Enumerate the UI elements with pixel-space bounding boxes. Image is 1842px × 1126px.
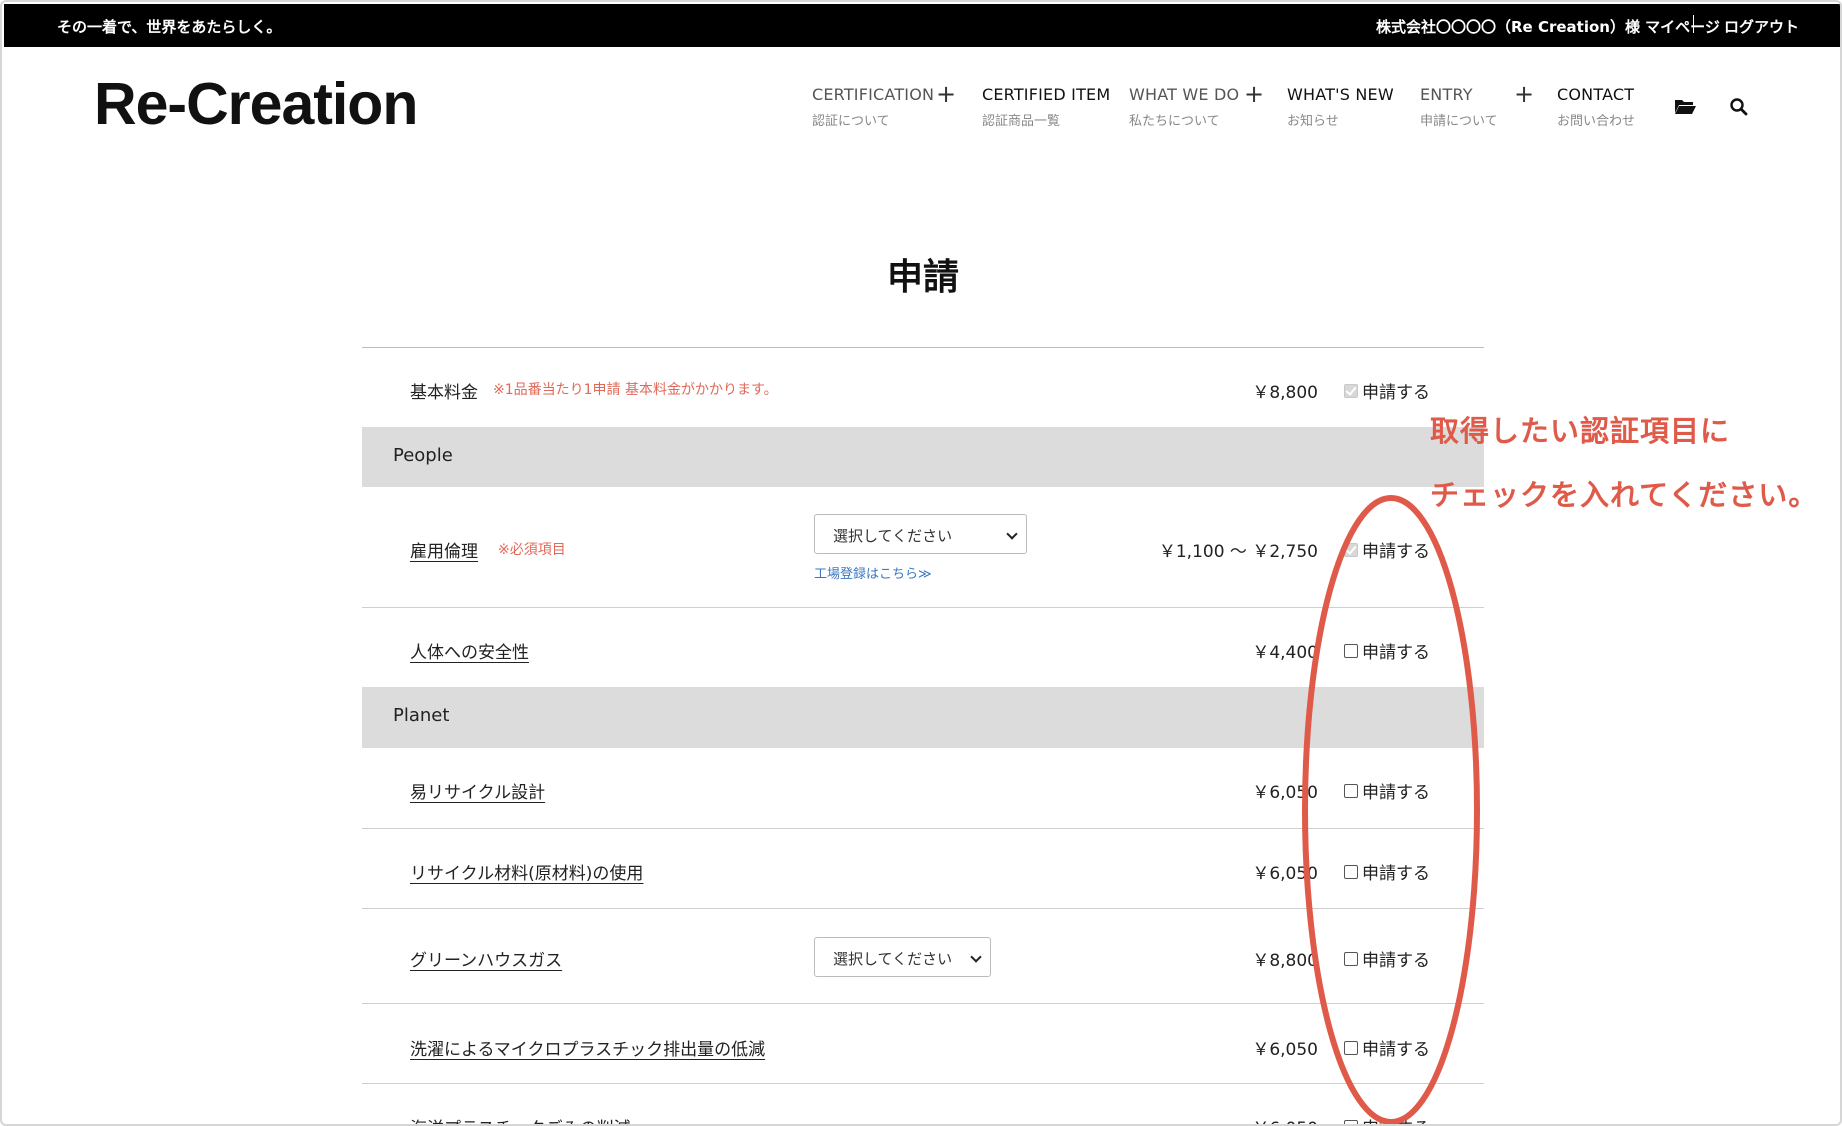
apply-checkbox[interactable]: 申請する [1344,946,1430,971]
nav-label-jp: 認証について [812,114,890,129]
folder-icon[interactable] [1674,97,1696,115]
tagline: その一着で、世界をあたらしく。 [57,18,282,36]
apply-checkbox[interactable]: 申請する [1344,859,1430,884]
nav-label-jp: お問い合わせ [1557,114,1636,129]
apply-checkbox[interactable]: 申請する [1344,378,1430,403]
page-frame: その一着で、世界をあたらしく。 株式会社〇〇〇〇（Re Creation）様 マ… [0,0,1842,1126]
row-price: ￥1,100 〜 ￥2,750 [1158,542,1318,562]
item-link[interactable]: 海洋プラスチックごみの削減 [410,1114,631,1124]
row-name: 基本料金 [410,383,478,403]
row-price: ￥6,050 [1252,864,1318,884]
ghg-select[interactable]: 選択してください [814,937,991,977]
row-price: ￥8,800 [1252,951,1318,971]
row-price: ￥4,400 [1252,643,1318,663]
row-price: ￥8,800 [1252,383,1318,403]
nav-whats-new[interactable]: WHAT'S NEW お知らせ [1287,85,1394,129]
section-header-people: People [362,427,1484,487]
row-price: ￥6,050 [1252,1114,1318,1124]
nav-label-jp: 私たちについて [1129,114,1220,129]
expand-plus-icon[interactable]: + [1514,82,1534,106]
item-row: 雇用倫理 ※必須項目 選択してください 工場登録はこちら≫ ￥1,100 〜 ￥… [362,487,1484,607]
row-note: ※1品番当たり1申請 基本料金がかかります。 [493,382,778,398]
checkbox[interactable] [1344,864,1358,879]
checkbox-checked[interactable] [1344,542,1358,557]
apply-label: 申請する [1362,951,1430,971]
top-bar: その一着で、世界をあたらしく。 株式会社〇〇〇〇（Re Creation）様 マ… [4,4,1840,47]
nav-what-we-do[interactable]: WHAT WE DO 私たちについて [1129,85,1239,129]
item-row: 易リサイクル設計 ￥6,050 申請する [362,748,1484,828]
factory-register-link[interactable]: 工場登録はこちら≫ [814,563,932,582]
item-link[interactable]: 洗濯によるマイクロプラスチック排出量の低減 [410,1035,765,1060]
checkbox[interactable] [1344,951,1358,966]
annotation-line-2: チェックを入れてください。 [1430,478,1819,512]
item-row: グリーンハウスガス 選択してください ￥8,800 申請する [362,908,1484,1003]
checkbox[interactable] [1344,643,1358,658]
item-row: 人体への安全性 ￥4,400 申請する [362,607,1484,687]
item-link[interactable]: リサイクル材料(原材料)の使用 [410,859,643,884]
factory-select[interactable]: 選択してください [814,514,1027,554]
item-row: 海洋プラスチックごみの削減 ￥6,050 申請する [362,1083,1484,1124]
chevron-down-icon [1006,528,1018,540]
item-link[interactable]: グリーンハウスガス [410,946,562,971]
nav-contact[interactable]: CONTACT お問い合わせ [1557,85,1635,129]
nav-label-en: WHAT WE DO [1129,85,1240,104]
apply-checkbox[interactable]: 申請する [1344,1035,1430,1060]
nav-label-en: WHAT'S NEW [1287,85,1394,104]
item-link[interactable]: 人体への安全性 [410,638,529,663]
logout-link[interactable]: ログアウト [1724,16,1799,37]
search-icon[interactable] [1729,97,1749,117]
select-value: 選択してください [833,527,953,545]
row-price: ￥6,050 [1252,783,1318,803]
topbar-separator [1693,15,1694,33]
apply-checkbox[interactable]: 申請する [1344,778,1430,803]
apply-checkbox[interactable]: 申請する [1344,638,1430,663]
item-link[interactable]: 雇用倫理 [410,537,478,562]
site-logo[interactable]: Re-Creation [94,70,418,138]
row-price: ￥6,050 [1252,1040,1318,1060]
item-row: 洗濯によるマイクロプラスチック排出量の低減 ￥6,050 申請する [362,1003,1484,1083]
expand-plus-icon[interactable]: + [936,82,956,106]
checkbox-checked[interactable] [1344,383,1358,398]
expand-plus-icon[interactable]: + [1244,82,1264,106]
section-title: Planet [393,705,450,726]
checkbox[interactable] [1344,783,1358,798]
apply-label: 申請する [1362,643,1430,663]
nav-label-en: CONTACT [1557,85,1635,104]
checkbox[interactable] [1344,1119,1358,1124]
apply-label: 申請する [1362,542,1430,562]
apply-checkbox[interactable]: 申請する [1344,537,1430,562]
chevron-down-icon [970,951,982,963]
nav-label-en: CERTIFIED ITEM [982,85,1111,104]
required-note: ※必須項目 [498,542,566,558]
select-value: 選択してください [833,950,953,968]
apply-label: 申請する [1362,383,1430,403]
apply-label: 申請する [1362,864,1430,884]
nav-label-en: ENTRY [1420,85,1473,104]
nav-entry[interactable]: ENTRY 申請について [1420,85,1498,129]
nav-label-jp: 申請について [1420,114,1498,129]
basic-fee-row: 基本料金 ※1品番当たり1申請 基本料金がかかります。 ￥8,800 申請する [362,347,1484,427]
page-title: 申請 [886,257,959,298]
apply-label: 申請する [1362,1040,1430,1060]
item-link[interactable]: 易リサイクル設計 [410,778,545,803]
nav-certified-item[interactable]: CERTIFIED ITEM 認証商品一覧 [982,85,1110,129]
annotation-line-1: 取得したい認証項目に [1430,414,1731,448]
section-header-planet: Planet [362,687,1484,748]
item-row: リサイクル材料(原材料)の使用 ￥6,050 申請する [362,828,1484,908]
nav-certification[interactable]: CERTIFICATION 認証について [812,85,934,129]
my-page-link[interactable]: 株式会社〇〇〇〇（Re Creation）様 マイページ [1376,16,1720,37]
apply-checkbox[interactable]: 申請する [1344,1114,1430,1124]
nav-label-jp: お知らせ [1287,114,1339,129]
apply-label: 申請する [1362,1114,1430,1124]
checkbox[interactable] [1344,1040,1358,1055]
section-title: People [393,445,453,466]
nav-label-en: CERTIFICATION [812,85,935,104]
nav-label-jp: 認証商品一覧 [982,114,1061,129]
apply-label: 申請する [1362,783,1430,803]
